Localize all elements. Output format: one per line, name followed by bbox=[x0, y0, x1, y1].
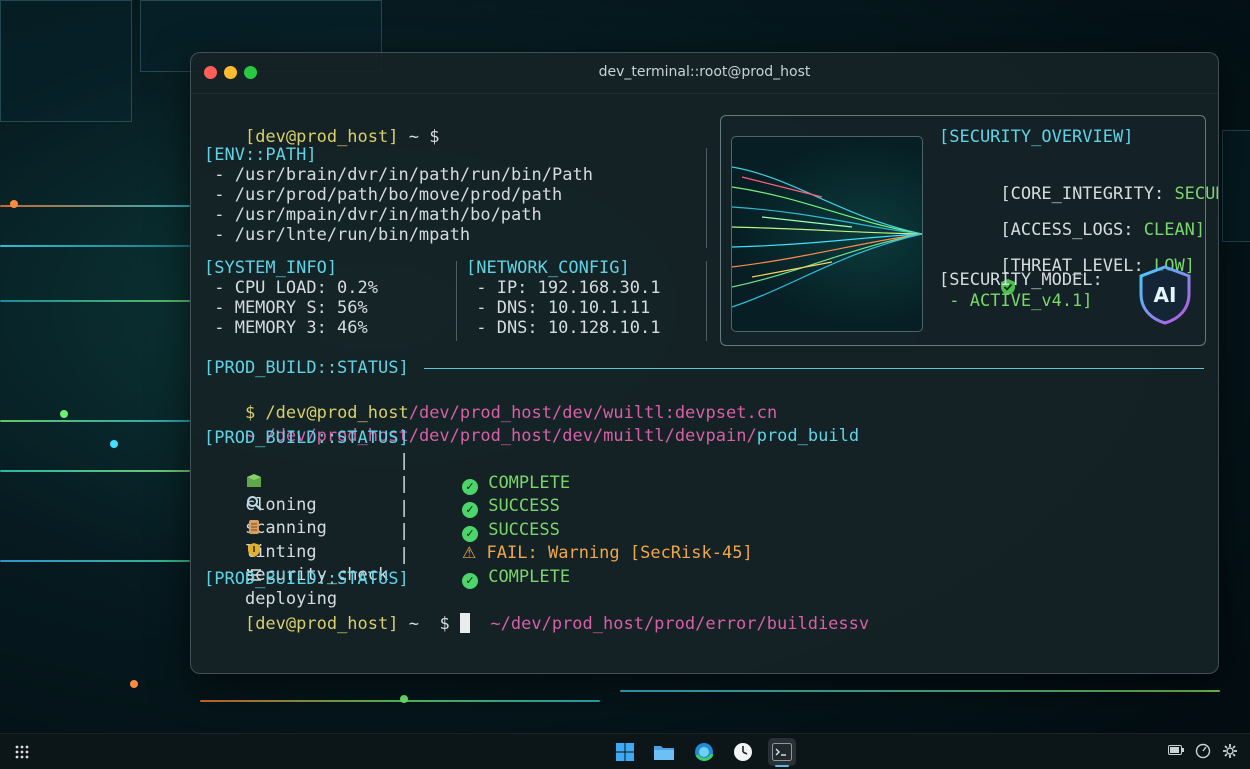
light-streak bbox=[620, 690, 1220, 692]
battery-icon[interactable] bbox=[1167, 743, 1185, 761]
step-separator: | bbox=[399, 545, 410, 565]
light-dot bbox=[110, 440, 118, 448]
system-info-item: - MEMORY S: 56% bbox=[204, 298, 368, 318]
light-dot bbox=[130, 680, 138, 688]
ai-shield-icon: AI bbox=[1137, 264, 1193, 326]
apps-grid-icon[interactable] bbox=[8, 738, 36, 766]
text-cursor[interactable] bbox=[459, 613, 470, 633]
terminal-icon[interactable] bbox=[768, 738, 796, 766]
env-path-line: - /usr/lnte/run/bin/mpath bbox=[204, 225, 471, 245]
light-streak bbox=[0, 560, 190, 562]
gear-icon[interactable] bbox=[1221, 743, 1239, 761]
light-streak bbox=[0, 470, 190, 472]
light-streak bbox=[0, 300, 190, 302]
light-streak bbox=[0, 245, 190, 247]
network-config-item: - DNS: 10.128.10.1 bbox=[466, 318, 661, 338]
env-header: [ENV::PATH] bbox=[204, 145, 317, 165]
network-config-item: - DNS: 10.10.1.11 bbox=[466, 298, 651, 318]
env-path-line: - /usr/mpain/dvr/in/math/bo/path bbox=[204, 205, 542, 225]
build-status-header: [PROD_BUILD::STATUS] bbox=[204, 569, 409, 589]
divider bbox=[706, 148, 707, 248]
window-title: dev_terminal::root@prod_host bbox=[598, 64, 811, 80]
clock-icon[interactable] bbox=[729, 738, 757, 766]
prompt-symbol: ~ $ bbox=[408, 127, 440, 147]
security-overview-panel: [SECURITY_OVERVIEW] [CORE_INTEGRITY: SEC… bbox=[720, 115, 1218, 346]
divider bbox=[706, 261, 707, 341]
check-circle-icon: ✓ bbox=[461, 573, 478, 589]
env-path-line: - /usr/prod/path/bo/move/prod/path bbox=[204, 185, 563, 205]
system-info-item: - CPU LOAD: 0.2% bbox=[204, 278, 378, 298]
active-indicator bbox=[775, 765, 789, 767]
step-separator: | bbox=[399, 451, 410, 471]
system-info-item: - MEMORY 3: 46% bbox=[204, 318, 368, 338]
env-path-line: - /usr/brain/dvr/in/path/run/bin/Path bbox=[204, 165, 593, 185]
file-explorer-icon[interactable] bbox=[650, 738, 678, 766]
section-rule bbox=[424, 368, 1204, 369]
data-stream-image bbox=[731, 136, 923, 332]
step-separator: | bbox=[399, 498, 410, 518]
windows-start-icon[interactable] bbox=[611, 738, 639, 766]
step-result: COMPLETE bbox=[488, 567, 571, 587]
browser-icon[interactable] bbox=[690, 738, 718, 766]
security-header: [SECURITY_OVERVIEW] bbox=[939, 127, 1134, 147]
ai-badge-text: AI bbox=[1154, 283, 1177, 307]
background-panel bbox=[1222, 130, 1250, 242]
network-config-header: [NETWORK_CONFIG] bbox=[466, 258, 630, 278]
terminal-window[interactable]: dev_terminal::root@prod_host [dev@prod_h… bbox=[190, 52, 1219, 674]
light-dot bbox=[60, 410, 68, 418]
data-stream-graphic bbox=[732, 166, 922, 308]
light-dot bbox=[400, 695, 408, 703]
system-info-header: [SYSTEM_INFO] bbox=[204, 258, 338, 278]
divider bbox=[456, 261, 457, 341]
gauge-icon[interactable] bbox=[1194, 743, 1212, 761]
command-target: prod_build bbox=[756, 426, 860, 446]
background-panel bbox=[0, 0, 132, 122]
step-separator: | bbox=[399, 474, 410, 494]
security-model-value: - ACTIVE_v4.1] bbox=[939, 291, 1093, 311]
network-config-item: - IP: 192.168.30.1 bbox=[466, 278, 661, 298]
taskbar bbox=[0, 733, 1250, 769]
step-separator: | bbox=[399, 521, 410, 541]
prompt-symbol: ~ $ bbox=[408, 614, 450, 634]
prompt-path: ~/dev/prod_host/prod/error/buildiessv bbox=[490, 614, 870, 634]
prompt-user: [dev@prod_host] bbox=[244, 614, 399, 634]
build-status-header: [PROD_BUILD::STATUS] bbox=[204, 358, 409, 378]
title-bar[interactable]: dev_terminal::root@prod_host bbox=[191, 53, 1218, 94]
build-status-header: [PROD_BUILD::STATUS] bbox=[204, 428, 409, 448]
step-result: Warning [SecRisk-45] bbox=[547, 543, 753, 563]
light-streak bbox=[0, 205, 190, 207]
light-streak bbox=[0, 420, 190, 422]
security-model-label: [SECURITY_MODEL: bbox=[939, 270, 1103, 290]
light-dot bbox=[10, 200, 18, 208]
prompt-input-line[interactable]: [dev@prod_host] ~ $ ~/dev/prod_host/prod… bbox=[204, 591, 869, 657]
